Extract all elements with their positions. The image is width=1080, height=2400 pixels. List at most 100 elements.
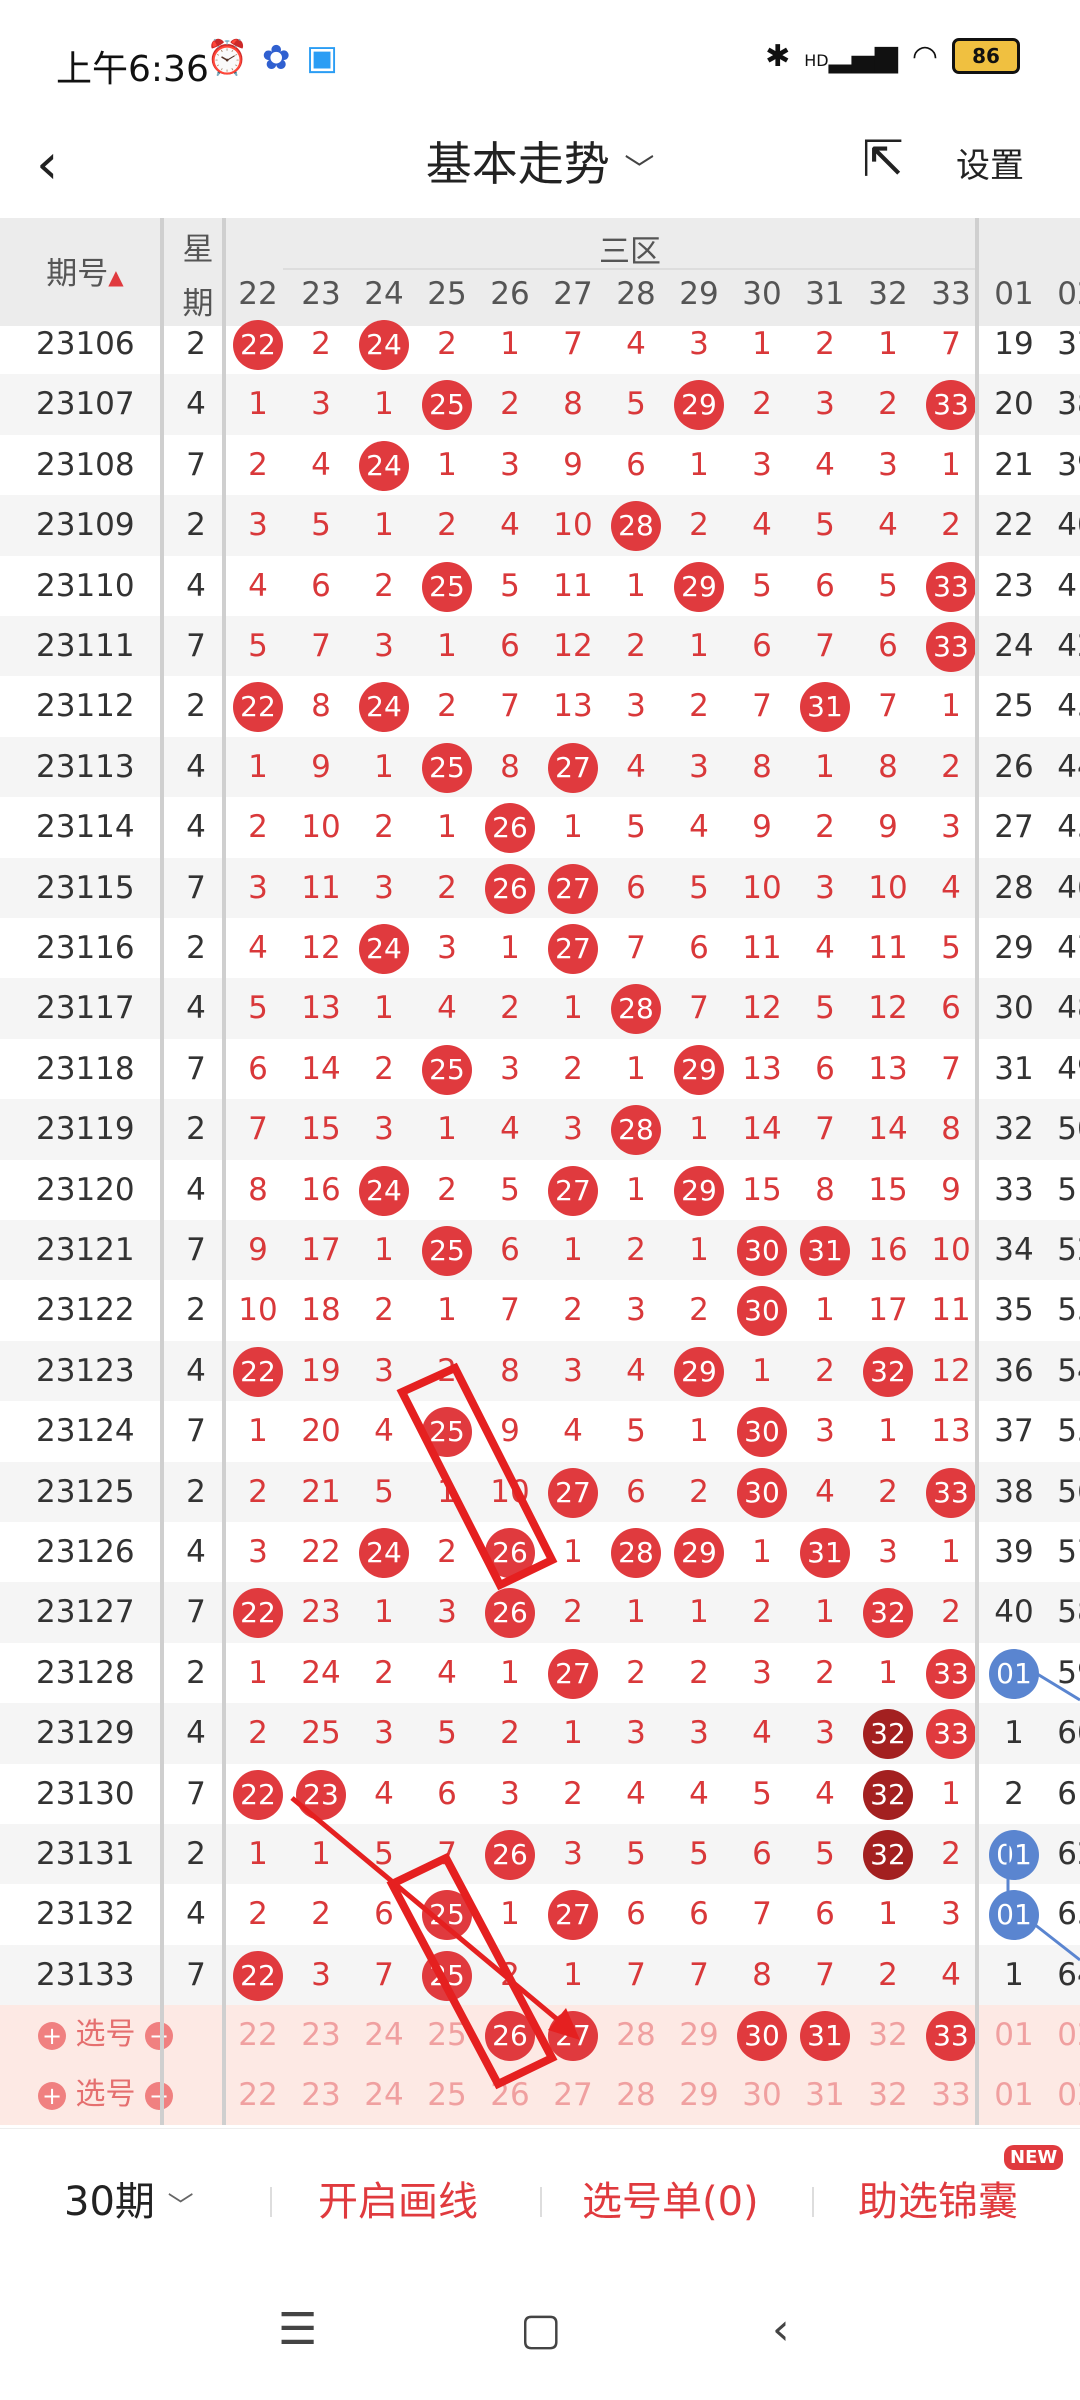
miss-value: 2 <box>878 1956 898 1993</box>
miss-value: 1 <box>374 990 394 1027</box>
miss-value: 2 <box>878 386 898 423</box>
weekday: 7 <box>186 446 206 483</box>
period-select[interactable]: 30期 ﹀ <box>64 2169 194 2227</box>
select-controls[interactable]: + 选号 − <box>38 2005 174 2065</box>
miss-value: 8 <box>563 386 583 423</box>
miss-value: 25 <box>416 1220 478 1280</box>
select-number[interactable]: 29 <box>668 2065 730 2125</box>
plus-icon[interactable]: + <box>38 2081 66 2110</box>
ball-26: 26 <box>485 1588 535 1639</box>
select-number[interactable]: 25 <box>416 2005 478 2065</box>
select-number[interactable]: 01 <box>983 2065 1045 2125</box>
miss-value: 26 <box>479 858 541 918</box>
select-number[interactable]: 27 <box>542 2005 604 2065</box>
miss-value: 33 <box>920 374 982 434</box>
select-number[interactable]: 02 <box>1046 2065 1080 2125</box>
miss-value: 15 <box>301 1111 341 1148</box>
select-number[interactable]: 33 <box>920 2065 982 2125</box>
back-nav-icon[interactable]: ‹ <box>772 2304 790 2355</box>
miss-value: 3 <box>563 1352 583 1389</box>
miss-value: 33 <box>920 1462 982 1522</box>
select-number[interactable]: 22 <box>227 2005 289 2065</box>
bottom-toolbar: 30期 ﹀ 开启画线 选号单(0) 助选锦囊 NEW <box>0 2128 1080 2269</box>
select-number[interactable]: 23 <box>290 2005 352 2065</box>
select-number[interactable]: 02 <box>1046 2005 1080 2065</box>
status-bar: 上午6:36 ⏰ ✿ ▣ ✱ HD▂▄▆ ◠ 86 <box>0 0 1080 125</box>
select-number[interactable]: 25 <box>416 2065 478 2125</box>
miss-value: 2 <box>689 1654 709 1691</box>
select-number[interactable]: 27 <box>542 2065 604 2125</box>
miss-value: 3 <box>374 869 394 906</box>
miss-value: 6 <box>626 1896 646 1933</box>
miss-value: 1 <box>437 1111 457 1148</box>
weekday: 7 <box>186 1050 206 1087</box>
miss-value: 24 <box>994 628 1034 664</box>
miss-value: 7 <box>500 688 520 725</box>
miss-value: 24 <box>353 1160 415 1220</box>
ball-30: 30 <box>737 1407 787 1458</box>
ball-31[interactable]: 31 <box>800 2011 850 2062</box>
miss-value: 46 <box>1057 869 1080 906</box>
draw-line-button[interactable]: 开启画线 <box>318 2169 478 2227</box>
weekday: 4 <box>186 1171 206 1208</box>
issue-number: 23119 <box>36 1111 135 1148</box>
miss-value: 1 <box>689 446 709 483</box>
miss-value: 22 <box>227 1582 289 1642</box>
select-number[interactable]: 24 <box>353 2005 415 2065</box>
select-number[interactable]: 29 <box>668 2005 730 2065</box>
select-number[interactable]: 28 <box>605 2005 667 2065</box>
settings-button[interactable]: 设置 <box>956 138 1024 187</box>
issue-number: 23107 <box>36 386 135 423</box>
issue-header[interactable]: 期号▲ <box>30 248 140 293</box>
miss-value: 31 <box>994 1050 1034 1087</box>
select-number[interactable]: 30 <box>731 2065 793 2125</box>
select-number[interactable]: 23 <box>290 2065 352 2125</box>
miss-value: 39 <box>1057 446 1080 483</box>
ball-26[interactable]: 26 <box>485 2011 535 2062</box>
ball-30[interactable]: 30 <box>737 2011 787 2062</box>
select-number[interactable]: 28 <box>605 2065 667 2125</box>
select-number[interactable]: 22 <box>227 2065 289 2125</box>
zone-label: 三区 <box>283 226 977 270</box>
ball-27[interactable]: 27 <box>548 2011 598 2062</box>
ball-25: 25 <box>422 742 472 793</box>
helper-button[interactable]: 助选锦囊 <box>858 2169 1018 2227</box>
miss-value: 36 <box>994 1352 1034 1389</box>
page-title[interactable]: 基本走势 ﹀ <box>0 128 1080 194</box>
alarm-icon: ⏰ <box>206 38 249 78</box>
miss-value: 10 <box>553 507 593 544</box>
select-number[interactable]: 32 <box>857 2065 919 2125</box>
miss-value: 5 <box>374 1473 394 1510</box>
select-number[interactable]: 32 <box>857 2005 919 2065</box>
selection-list-button[interactable]: 选号单(0) <box>582 2169 759 2227</box>
column-header-30: 30 <box>742 276 782 312</box>
ball-33: 33 <box>926 1648 976 1699</box>
miss-value: 1 <box>815 1594 835 1631</box>
miss-value: 1 <box>878 1413 898 1450</box>
miss-value: 1 <box>878 1654 898 1691</box>
select-controls[interactable]: + 选号 − <box>38 2065 174 2125</box>
select-number[interactable]: 33 <box>920 2005 982 2065</box>
menu-icon[interactable]: ☰ <box>278 2304 317 2355</box>
plus-icon[interactable]: + <box>38 2021 66 2050</box>
miss-value: 61 <box>1057 1775 1080 1812</box>
select-number[interactable]: 26 <box>479 2005 541 2065</box>
select-number[interactable]: 30 <box>731 2005 793 2065</box>
ball-33: 33 <box>926 561 976 612</box>
miss-value: 64 <box>1057 1956 1080 1993</box>
ball-33[interactable]: 33 <box>926 2011 976 2062</box>
select-number[interactable]: 01 <box>983 2005 1045 2065</box>
select-number[interactable]: 31 <box>794 2065 856 2125</box>
miss-value: 12 <box>931 1352 971 1389</box>
ball-24: 24 <box>359 682 409 733</box>
select-number[interactable]: 26 <box>479 2065 541 2125</box>
share-button[interactable]: ⇱ <box>862 130 904 188</box>
select-number[interactable]: 24 <box>353 2065 415 2125</box>
miss-value: 3 <box>563 1111 583 1148</box>
home-icon[interactable]: ▢ <box>520 2304 562 2355</box>
miss-value: 60 <box>1057 1715 1080 1752</box>
miss-value: 13 <box>742 1050 782 1087</box>
miss-value: 1 <box>626 1050 646 1087</box>
miss-value: 1 <box>752 1352 772 1389</box>
select-number[interactable]: 31 <box>794 2005 856 2065</box>
